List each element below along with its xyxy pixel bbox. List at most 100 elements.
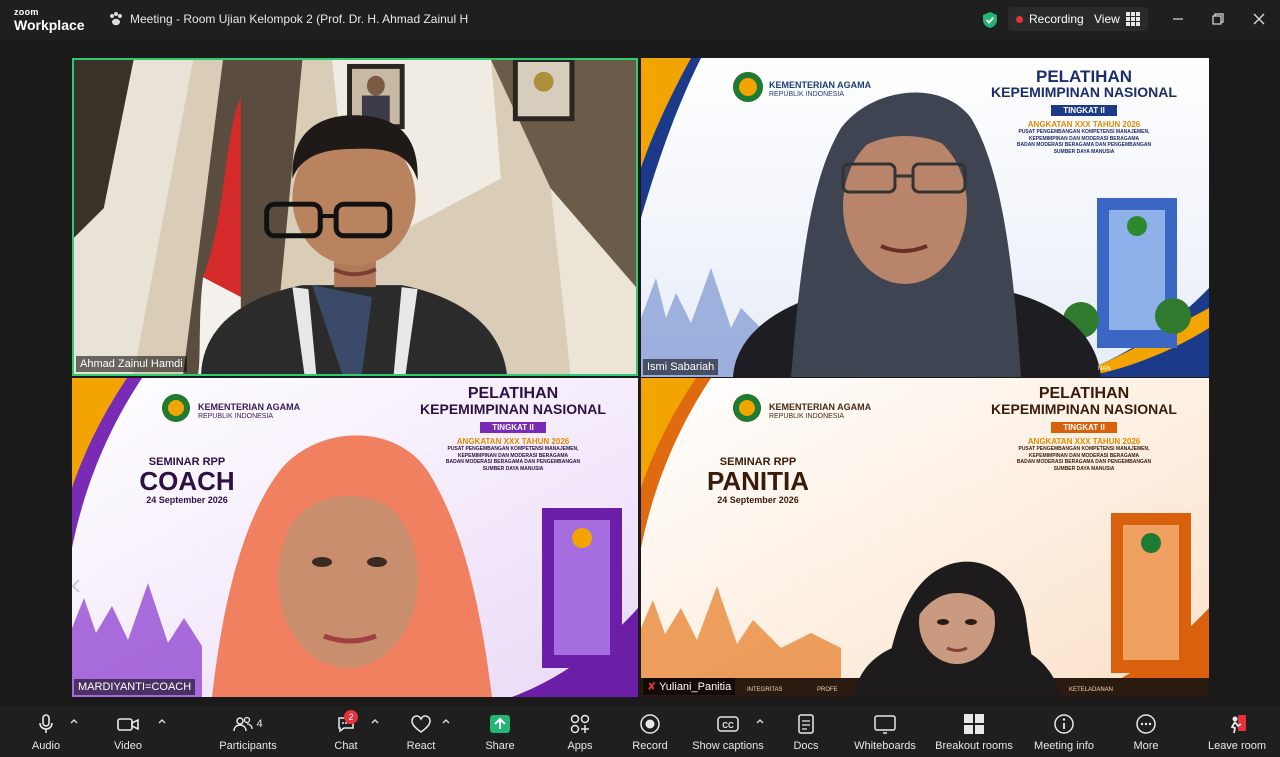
banner-org-sub: REPUBLIK INDONESIA <box>769 91 845 98</box>
whiteboards-button[interactable]: Whiteboards <box>850 712 920 752</box>
banner-title-block: PELATIHAN KEPEMIMPINAN NASIONAL TINGKAT … <box>979 68 1189 155</box>
banner-tier: TINGKAT II <box>1051 105 1117 117</box>
svg-text:CC: CC <box>722 721 734 730</box>
view-button[interactable]: View <box>1086 7 1148 31</box>
grid-view-icon <box>1125 12 1140 26</box>
audio-button[interactable]: Audio <box>28 712 64 752</box>
leave-room-icon <box>1230 715 1246 734</box>
banner-org: KEMENTERIAN AGAMA <box>198 402 301 412</box>
video-options-caret-icon[interactable] <box>158 718 166 724</box>
chevron-left-icon[interactable] <box>70 577 82 595</box>
breakout-rooms-label: Breakout rooms <box>935 740 1013 752</box>
restore-icon[interactable] <box>1209 10 1227 28</box>
apps-label: Apps <box>567 740 593 752</box>
whiteboards-label: Whiteboards <box>854 740 916 752</box>
banner-title2: KEPEMIMPINAN NASIONAL <box>991 84 1177 100</box>
banner-desc4: SUMBER DAYA MANUSIA <box>482 465 544 472</box>
recording-indicator[interactable]: Recording <box>1008 7 1092 31</box>
participant-name: MARDIYANTI=COACH <box>74 679 196 695</box>
video-tile-mardiyanti[interactable]: KEMENTERIAN AGAMA REPUBLIK INDONESIA SEM… <box>72 378 638 697</box>
share-screen-icon <box>490 715 510 733</box>
video-label: Video <box>114 740 142 752</box>
video-tile-ahmad[interactable]: Ahmad Zainul Hamdi <box>72 58 638 376</box>
document-icon <box>798 714 814 734</box>
banner-title-block: PELATIHAN KEPEMIMPINAN NASIONAL TINGKAT … <box>979 386 1189 472</box>
ministry-logo-icon <box>162 394 190 422</box>
leave-room-button[interactable]: Leave room <box>1204 712 1270 752</box>
value-profe: PROFE <box>817 687 838 693</box>
breakout-rooms-button[interactable]: Breakout rooms <box>934 712 1014 752</box>
more-button[interactable]: More <box>1128 712 1164 752</box>
seminar-block: SEMINAR RPP PANITIA 24 September 2026 <box>683 456 833 505</box>
title-bar: zoom Workplace Meeting - Room Ujian Kelo… <box>0 0 1280 40</box>
leave-room-label: Leave room <box>1207 740 1267 752</box>
banner-org-sub: REPUBLIK INDONESIA <box>198 413 274 420</box>
breakout-rooms-icon <box>964 714 984 734</box>
react-button[interactable]: React <box>404 712 438 752</box>
banner-title1: PELATIHAN <box>1035 67 1132 86</box>
value-keteladanan: KETELADANAN <box>1069 687 1114 693</box>
react-label: React <box>406 740 436 752</box>
view-label: View <box>1094 12 1120 26</box>
logo-line2: Workplace <box>14 17 85 33</box>
banner-footer-fragment: NAN <box>1098 366 1111 372</box>
recording-dot-icon <box>1016 15 1023 23</box>
apps-icon <box>570 714 590 734</box>
banner-title2: KEPEMIMPINAN NASIONAL <box>991 401 1177 417</box>
seminar-role: COACH <box>139 466 235 496</box>
participants-button[interactable]: 4 Participants <box>216 712 280 752</box>
chat-options-caret-icon[interactable] <box>371 718 379 724</box>
banner-tier: TINGKAT II <box>1051 422 1117 434</box>
record-button[interactable]: Record <box>630 712 670 752</box>
participant-name: Ismi Sabariah <box>643 359 719 375</box>
record-label: Record <box>632 740 668 752</box>
captions-button[interactable]: CC Show captions <box>690 712 766 752</box>
docs-button[interactable]: Docs <box>788 712 824 752</box>
chat-button[interactable]: 2 Chat <box>330 710 362 752</box>
banner-title2: KEPEMIMPINAN NASIONAL <box>420 401 606 417</box>
participant-name-text: Yuliani_Panitia <box>659 681 732 693</box>
video-tile-yuliani[interactable]: KEMENTERIAN AGAMA REPUBLIK INDONESIA SEM… <box>641 378 1209 697</box>
close-icon[interactable] <box>1250 10 1268 28</box>
banner-title-block: PELATIHAN KEPEMIMPINAN NASIONAL TINGKAT … <box>408 386 618 472</box>
participant-name: ✘ Yuliani_Panitia <box>643 678 736 695</box>
seminar-date: 24 September 2026 <box>717 495 799 506</box>
chat-unread-badge: 2 <box>344 710 358 724</box>
audio-options-caret-icon[interactable] <box>70 718 78 724</box>
audio-label: Audio <box>31 740 61 752</box>
banner-desc4: SUMBER DAYA MANUSIA <box>1053 465 1115 472</box>
banner-org: KEMENTERIAN AGAMA <box>769 80 872 90</box>
ministry-logo-icon <box>733 72 763 102</box>
video-tile-ismi[interactable]: KEMENTERIAN AGAMA REPUBLIK INDONESIA PEL… <box>641 58 1209 377</box>
more-icon <box>1136 714 1156 734</box>
logo-line1: zoom <box>14 7 39 17</box>
banner-tier: TINGKAT II <box>480 422 546 434</box>
react-options-caret-icon[interactable] <box>442 718 450 724</box>
heart-icon <box>411 715 431 733</box>
record-icon <box>640 714 660 734</box>
info-icon <box>1054 714 1074 734</box>
banner-batch: ANGKATAN XXX TAHUN 2026 <box>1027 437 1141 447</box>
video-button[interactable]: Video <box>110 712 146 752</box>
docs-label: Docs <box>793 740 819 752</box>
share-button[interactable]: Share <box>482 712 518 752</box>
meeting-info-label: Meeting info <box>1034 740 1094 752</box>
seminar-role: PANITIA <box>706 466 810 496</box>
seminar-block: SEMINAR RPP COACH 24 September 2026 <box>112 456 262 505</box>
recording-label: Recording <box>1029 12 1084 26</box>
video-stage: Ahmad Zainul Hamdi KEMENTERIAN AGAMA REP… <box>0 40 1280 706</box>
captions-options-caret-icon[interactable] <box>756 718 764 724</box>
participants-icon <box>233 716 254 732</box>
video-camera-icon <box>117 718 139 731</box>
shield-check-icon[interactable] <box>982 11 998 29</box>
meeting-info-button[interactable]: Meeting info <box>1030 712 1098 752</box>
value-integritas: INTEGRITAS <box>747 687 783 693</box>
banner-title1: PELATIHAN <box>467 385 559 402</box>
banner-org: KEMENTERIAN AGAMA <box>769 402 872 412</box>
share-label: Share <box>485 740 515 752</box>
apps-button[interactable]: Apps <box>562 712 598 752</box>
participant-name: Ahmad Zainul Hamdi <box>76 356 187 372</box>
minimize-icon[interactable] <box>1169 10 1187 28</box>
banner-batch: ANGKATAN XXX TAHUN 2026 <box>456 437 570 447</box>
microphone-icon <box>39 714 53 733</box>
